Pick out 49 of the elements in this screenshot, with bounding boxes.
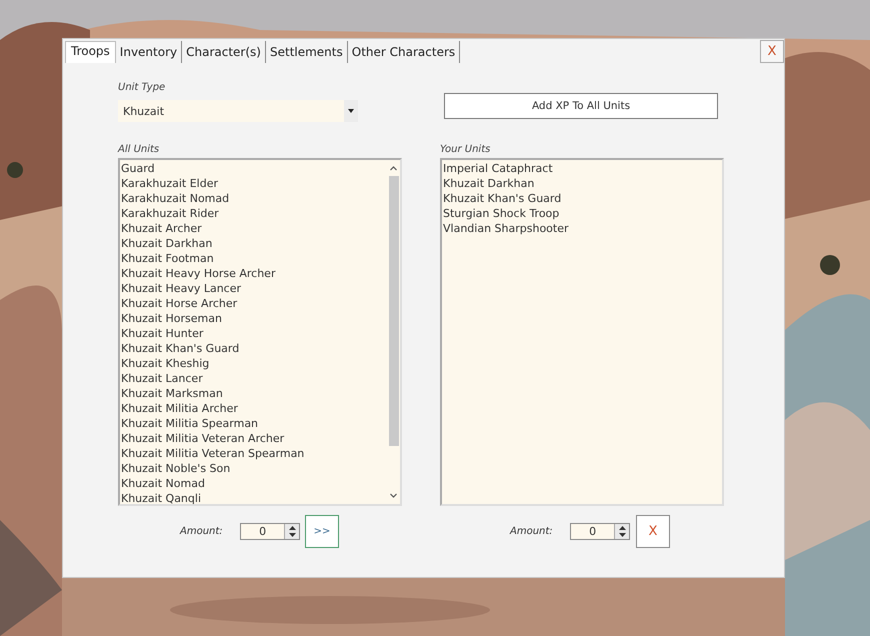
list-label: Your Units [440,144,492,157]
unit-list[interactable]: Imperial Cataphract Khuzait Darkhan Khuzait Khan's Guard Sturgian Shock Troop Vlandian Sharpshooter [440,158,724,506]
list-item[interactable]: Vlandian Sharpshooter [442,221,722,236]
spin-down-icon[interactable] [288,533,296,538]
close-button[interactable]: X [760,40,784,63]
list-item[interactable]: Khuzait Noble's Son [120,461,387,476]
amount-spinner[interactable]: 0 [570,523,630,540]
list-item[interactable]: Karakhuzait Rider [120,206,387,221]
list-item[interactable]: Khuzait Kheshig [120,356,387,371]
list-item[interactable]: Khuzait Horseman [120,311,387,326]
scroll-thumb[interactable] [388,176,398,446]
list-item[interactable]: Khuzait Lancer [120,371,387,386]
dropdown-arrow-icon[interactable] [348,109,354,113]
list-item[interactable]: Khuzait Qanqli [120,491,387,504]
list-item[interactable]: Karakhuzait Elder [120,176,387,191]
list-item[interactable]: Khuzait Marksman [120,386,387,401]
list-item[interactable]: Khuzait Militia Veteran Spearman [120,446,387,461]
amount-label: Amount: [510,526,554,537]
list-item[interactable]: Khuzait Horse Archer [120,296,387,311]
list-item[interactable]: Khuzait Militia Veteran Archer [120,431,387,446]
remove-button[interactable]: X [636,515,670,548]
tab[interactable]: Troops [65,41,116,63]
field-label: Unit Type [118,82,166,95]
add-xp-button[interactable]: Add XP To All Units [444,93,718,119]
spin-down-icon[interactable] [618,533,626,538]
add-button[interactable]: >> [305,515,339,548]
amount-label: Amount: [180,526,224,537]
list-item[interactable]: Karakhuzait Nomad [120,191,387,206]
list-item[interactable]: Imperial Cataphract [442,161,722,176]
amount-spinner[interactable]: 0 [240,523,300,540]
list-item[interactable]: Khuzait Militia Archer [120,401,387,416]
list-item[interactable]: Khuzait Nomad [120,476,387,491]
list-item[interactable]: Khuzait Hunter [120,326,387,341]
spin-up-icon[interactable] [288,526,296,530]
list-item[interactable]: Khuzait Darkhan [442,176,722,191]
list-item[interactable]: Khuzait Archer [120,221,387,236]
list-item[interactable]: Khuzait Militia Spearman [120,416,387,431]
list-item[interactable]: Khuzait Khan's Guard [120,341,387,356]
list-item[interactable]: Khuzait Heavy Horse Archer [120,266,387,281]
list-item[interactable]: Khuzait Footman [120,251,387,266]
list-item[interactable]: Sturgian Shock Troop [442,206,722,221]
spin-up-icon[interactable] [618,526,626,530]
list-item[interactable]: Guard [120,161,387,176]
list-item[interactable]: Khuzait Heavy Lancer [120,281,387,296]
unit-list[interactable] [118,158,402,506]
list-item[interactable]: Khuzait Darkhan [120,236,387,251]
list-label: All Units [118,144,160,157]
unit-type-dropdown[interactable]: Khuzait [118,100,358,122]
list-item[interactable]: Khuzait Khan's Guard [442,191,722,206]
